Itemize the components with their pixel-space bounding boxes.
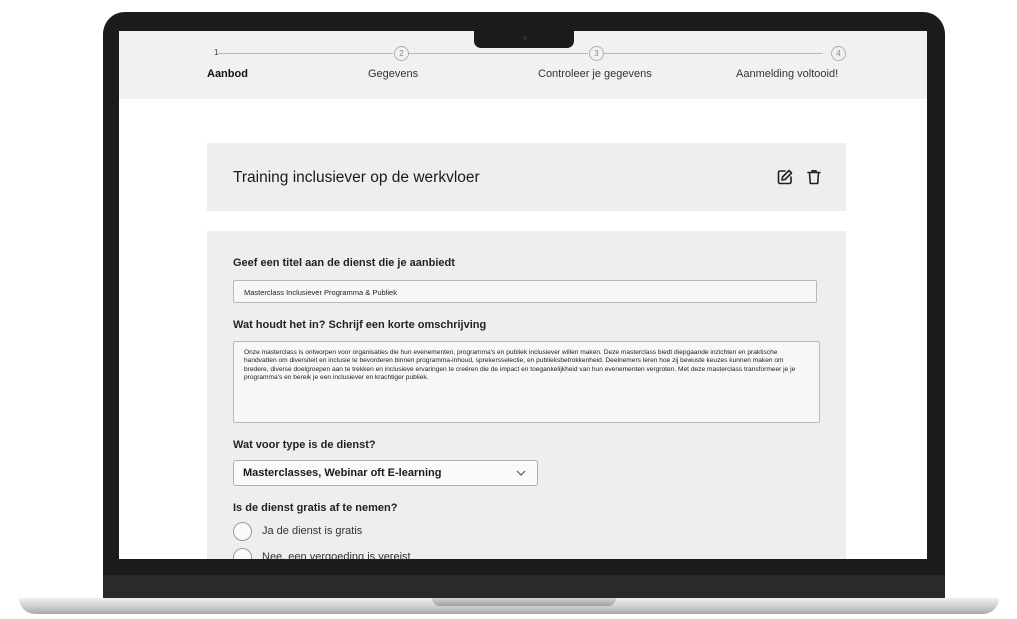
type-select-value: Masterclasses, Webinar oft E-learning <box>243 467 442 479</box>
service-title: Training inclusiever op de werkvloer <box>233 169 480 186</box>
step-2-label: Gegevens <box>368 68 419 80</box>
description-question: Wat houdt het in? Schrijf een korte omsc… <box>233 319 487 331</box>
service-card-header: Training inclusiever op de werkvloer <box>207 143 846 211</box>
chevron-down-icon <box>516 470 526 476</box>
type-select[interactable]: Masterclasses, Webinar oft E-learning <box>233 460 538 486</box>
title-question: Geef een titel aan de dienst die je aanb… <box>233 257 455 269</box>
screen: 1 2 3 4 Aanbod Gegevens Controleer je ge… <box>119 31 927 559</box>
title-input[interactable]: Masterclass Inclusiever Programma & Publ… <box>233 280 817 303</box>
step-4-label: Aanmelding voltooid! <box>736 68 839 80</box>
step-connector <box>603 53 823 54</box>
laptop-chin <box>103 575 945 600</box>
laptop-base-notch <box>432 598 616 606</box>
step-3-label: Controleer je gegevens <box>538 68 652 80</box>
step-1-number: 1 <box>214 48 219 57</box>
radio-button[interactable] <box>233 548 252 559</box>
step-connector <box>218 53 393 54</box>
radio-button[interactable] <box>233 522 252 541</box>
step-3-number: 3 <box>589 46 604 61</box>
step-2-number: 2 <box>394 46 409 61</box>
free-question: Is de dienst gratis af te nemen? <box>233 502 398 514</box>
trash-icon[interactable] <box>805 168 823 186</box>
edit-icon[interactable] <box>776 168 794 186</box>
step-4-number: 4 <box>831 46 846 61</box>
step-1-label: Aanbod <box>207 68 248 80</box>
service-form: Geef een titel aan de dienst die je aanb… <box>207 231 846 559</box>
radio-option-label: Ja de dienst is gratis <box>262 525 363 537</box>
step-connector <box>408 53 588 54</box>
type-question: Wat voor type is de dienst? <box>233 439 376 451</box>
camera-dot <box>523 36 527 40</box>
description-textarea[interactable]: Onze masterclass is ontworpen voor organ… <box>233 341 820 423</box>
radio-option-label: Nee, een vergoeding is vereist <box>262 551 411 559</box>
